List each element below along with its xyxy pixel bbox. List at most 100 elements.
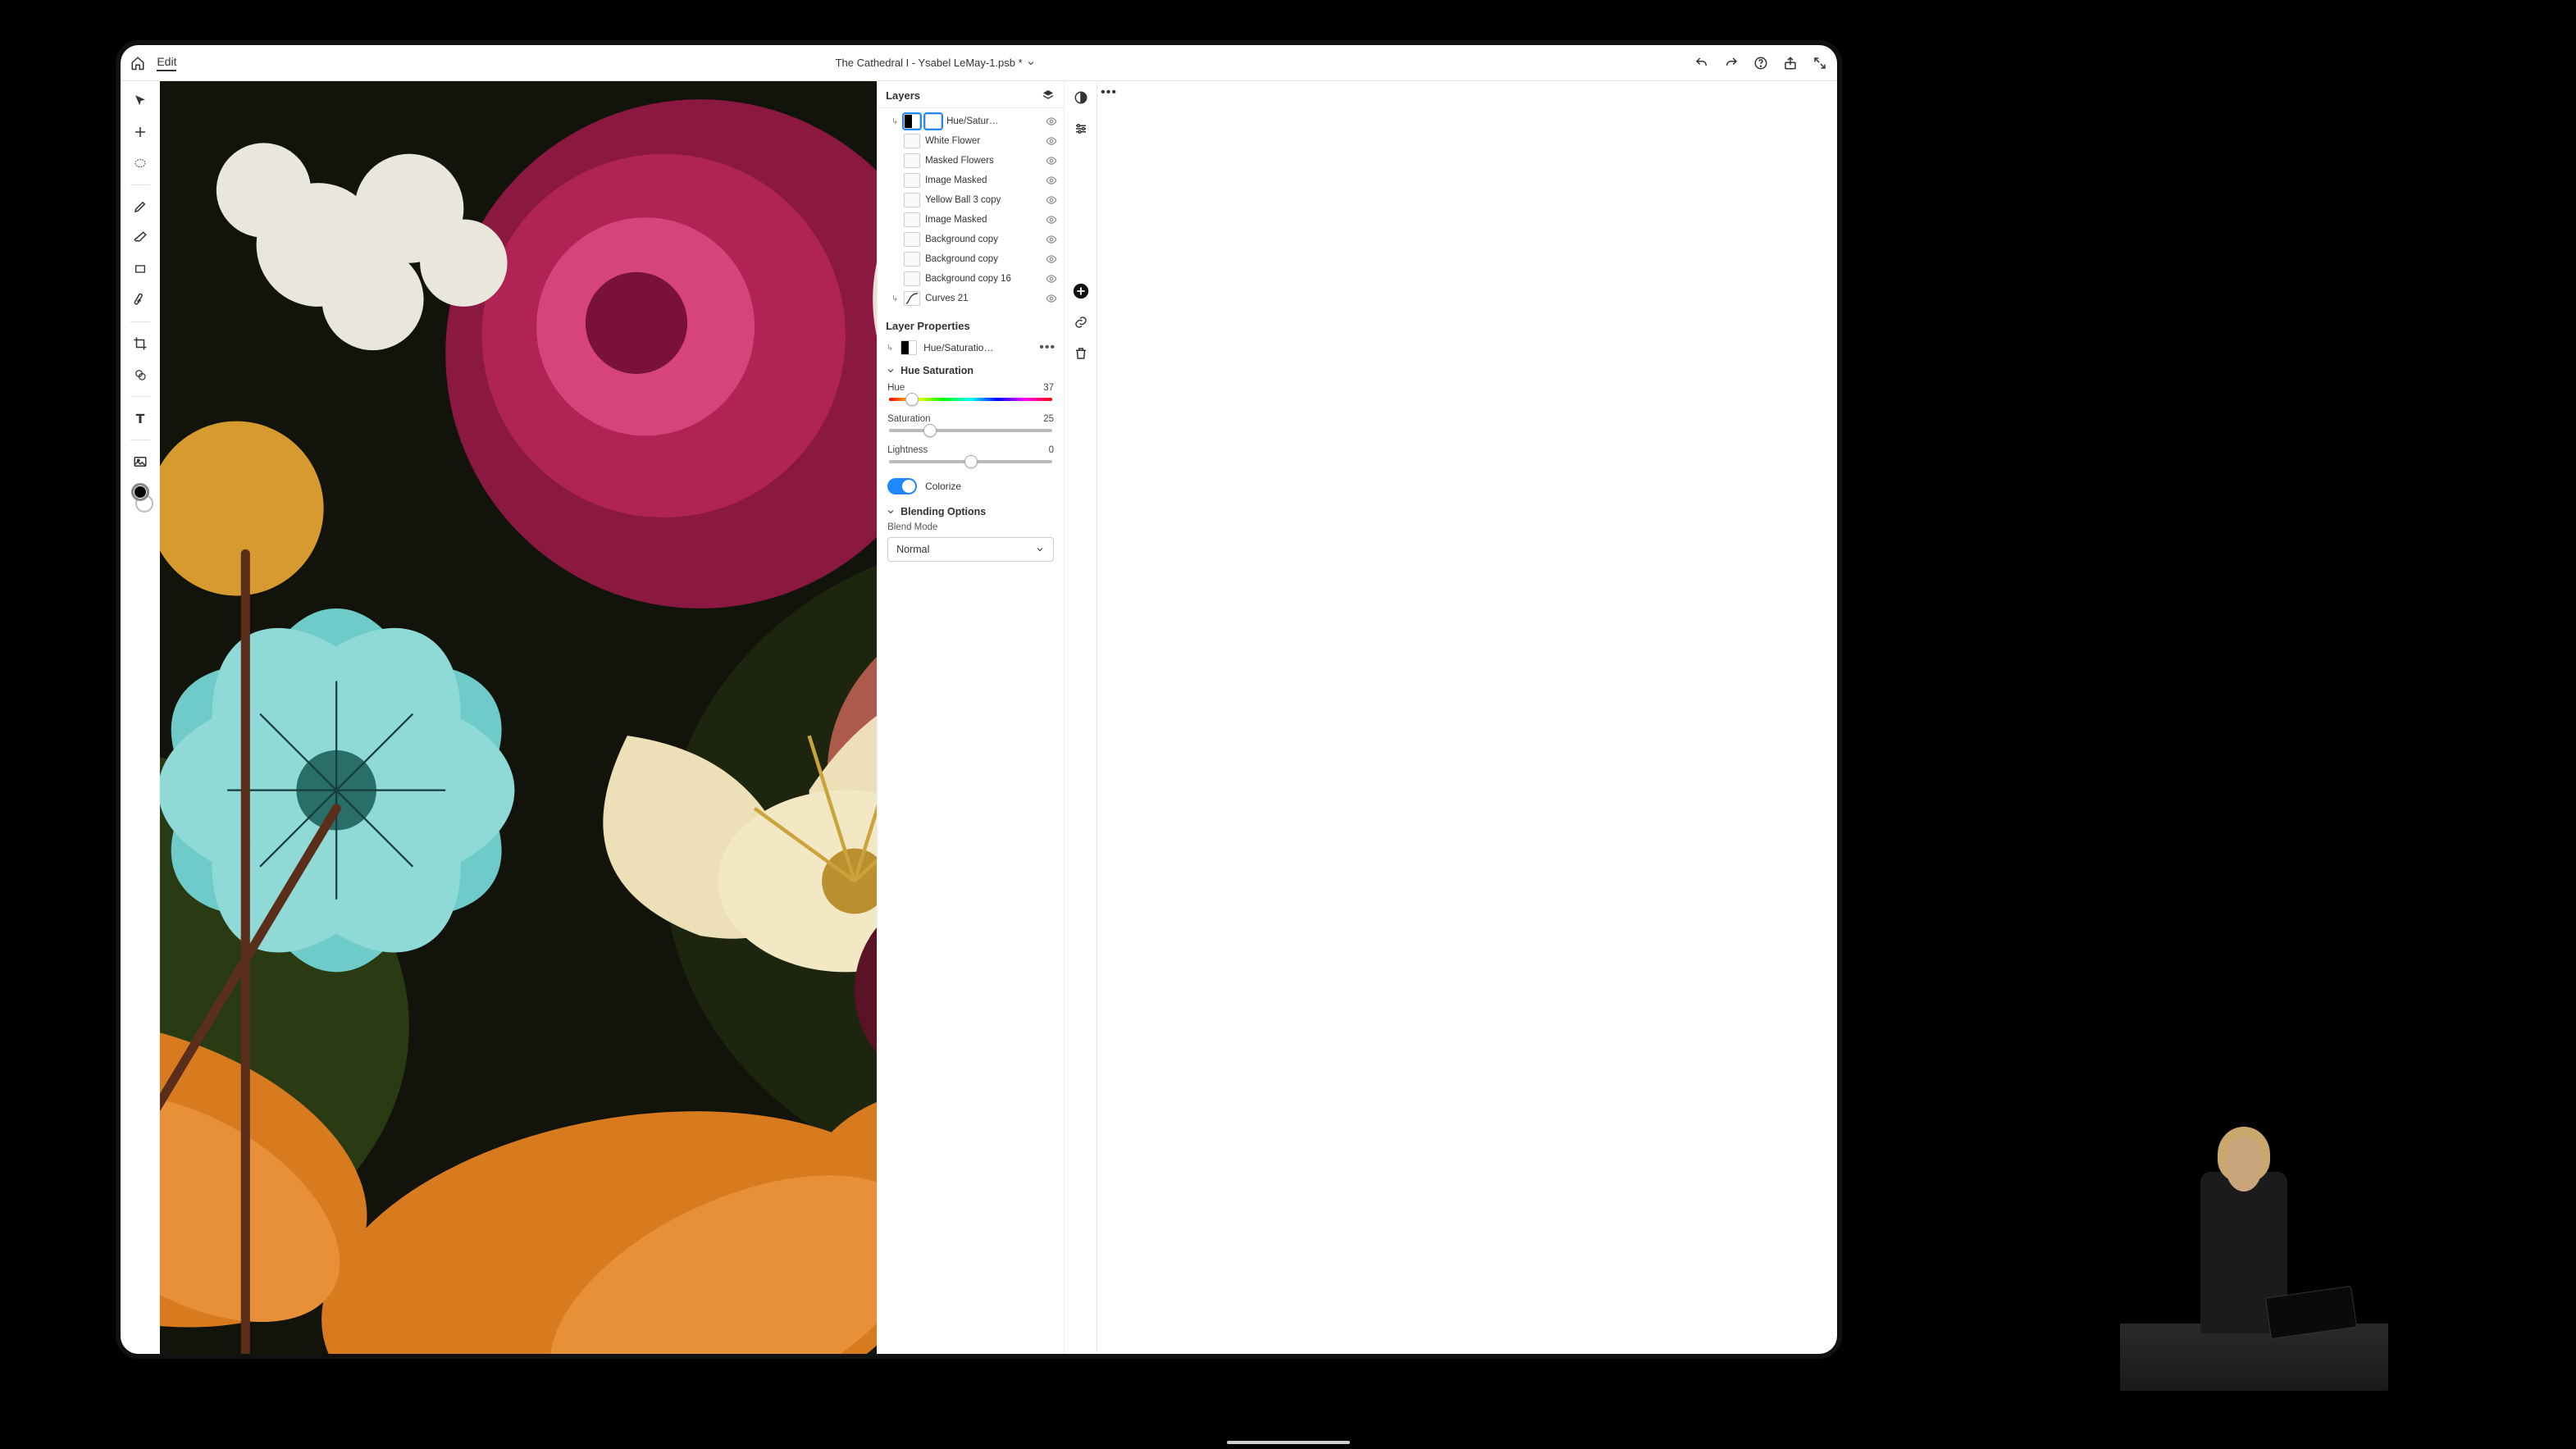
canvas-area[interactable] <box>160 81 877 1354</box>
filename-text: The Cathedral I - Ysabel LeMay-1.psb * <box>836 57 1023 69</box>
hue-saturation-header[interactable]: Hue Saturation <box>878 358 1064 380</box>
layer-properties-current: ↳ Hue/Saturatio… ••• <box>878 337 1064 358</box>
settings-sliders-icon[interactable] <box>1069 117 1092 140</box>
redo-icon[interactable] <box>1724 56 1739 71</box>
move-tool[interactable] <box>127 88 153 114</box>
visibility-eye-icon[interactable] <box>1046 175 1057 186</box>
lasso-tool[interactable] <box>127 150 153 176</box>
layer-name: Masked Flowers <box>925 156 1041 166</box>
transform-tool[interactable] <box>127 119 153 145</box>
separator <box>130 396 150 397</box>
document-title[interactable]: The Cathedral I - Ysabel LeMay-1.psb * <box>185 57 1685 69</box>
layer-row[interactable]: Background copy 16 <box>878 269 1064 289</box>
blend-mode-value: Normal <box>896 544 929 555</box>
app-topbar: Edit The Cathedral I - Ysabel LeMay-1.ps… <box>121 45 1836 81</box>
color-wells[interactable] <box>127 483 153 513</box>
share-icon[interactable] <box>1783 56 1798 71</box>
chevron-down-icon <box>1035 545 1045 554</box>
type-tool[interactable] <box>127 405 153 431</box>
layers-title: Layers <box>886 89 920 102</box>
lightness-slider[interactable] <box>889 460 1052 463</box>
new-adjustment-layer-icon[interactable] <box>1069 86 1092 109</box>
healing-tool[interactable] <box>127 287 153 313</box>
layer-row[interactable]: Masked Flowers <box>878 151 1064 171</box>
layer-row[interactable]: ↳Hue/Satur… <box>878 112 1064 131</box>
curves-thumb <box>904 291 920 306</box>
visibility-eye-icon[interactable] <box>1046 194 1057 206</box>
help-icon[interactable] <box>1753 56 1768 71</box>
edit-mode-label[interactable]: Edit <box>157 55 176 71</box>
home-indicator[interactable] <box>1227 1441 1350 1444</box>
visibility-eye-icon[interactable] <box>1046 273 1057 285</box>
hue-label: Hue <box>887 383 905 393</box>
layer-name: Background copy <box>925 235 1041 244</box>
visibility-eye-icon[interactable] <box>1046 214 1057 226</box>
flower-artwork <box>160 81 877 1354</box>
clip-indicator-icon: ↳ <box>886 344 894 353</box>
layer-thumb <box>904 212 920 227</box>
layer-list[interactable]: ↳Hue/Satur… White Flower Masked Flowers Ima… <box>878 108 1064 312</box>
colorize-row: Colorize <box>878 473 1064 499</box>
presenter-figure <box>2086 1130 2421 1391</box>
layer-name: Image Masked <box>925 175 1041 185</box>
layer-row[interactable]: ↳Curves 21 <box>878 289 1064 308</box>
visibility-eye-icon[interactable] <box>1046 234 1057 245</box>
saturation-value: 25 <box>1043 414 1054 424</box>
colorize-label: Colorize <box>925 481 961 492</box>
layer-row[interactable]: Background copy <box>878 230 1064 249</box>
layer-name: Background copy <box>925 254 1041 264</box>
visibility-eye-icon[interactable] <box>1046 253 1057 265</box>
add-layer-icon[interactable] <box>1069 280 1092 303</box>
layer-row[interactable]: Yellow Ball 3 copy <box>878 190 1064 210</box>
hue-slider-thumb[interactable] <box>905 393 919 406</box>
undo-icon[interactable] <box>1694 56 1709 71</box>
hue-slider[interactable] <box>889 398 1052 401</box>
blend-mode-label: Blend Mode <box>878 521 1064 534</box>
fill-tool[interactable] <box>127 256 153 282</box>
blend-mode-dropdown[interactable]: Normal <box>887 537 1054 562</box>
layer-thumb <box>904 173 920 188</box>
trash-icon[interactable] <box>1069 342 1092 365</box>
layer-row[interactable]: Image Masked <box>878 210 1064 230</box>
saturation-label: Saturation <box>887 414 930 424</box>
lightness-slider-thumb[interactable] <box>964 455 978 468</box>
adjustment-thumb <box>900 340 917 355</box>
saturation-slider[interactable] <box>889 429 1052 432</box>
lightness-slider-block: Lightness 0 <box>878 442 1064 473</box>
utility-column <box>1064 81 1097 1354</box>
saturation-slider-thumb[interactable] <box>923 424 937 437</box>
more-icon[interactable]: ••• <box>1039 340 1055 355</box>
adjustment-thumb <box>904 114 920 129</box>
separator <box>130 321 150 322</box>
visibility-eye-icon[interactable] <box>1046 155 1057 166</box>
more-options-icon[interactable]: ••• <box>1097 81 1120 104</box>
home-icon[interactable] <box>130 56 145 71</box>
layer-thumb <box>904 252 920 267</box>
crop-tool[interactable] <box>127 330 153 357</box>
layer-thumb <box>904 271 920 286</box>
colorize-toggle[interactable] <box>887 478 917 494</box>
chevron-down-icon <box>1026 58 1036 68</box>
visibility-eye-icon[interactable] <box>1046 116 1057 127</box>
layer-row[interactable]: Background copy <box>878 249 1064 269</box>
link-icon[interactable] <box>1069 311 1092 334</box>
layer-name: Yellow Ball 3 copy <box>925 195 1041 205</box>
layer-row[interactable]: Image Masked <box>878 171 1064 190</box>
visibility-eye-icon[interactable] <box>1046 135 1057 147</box>
shape-tool[interactable] <box>127 362 153 388</box>
layers-stack-icon[interactable] <box>1041 88 1055 103</box>
visibility-eye-icon[interactable] <box>1046 293 1057 304</box>
clip-indicator-icon: ↳ <box>891 117 899 126</box>
eraser-tool[interactable] <box>127 225 153 251</box>
brush-tool[interactable] <box>127 194 153 220</box>
tool-column <box>121 81 160 1354</box>
fullscreen-icon[interactable] <box>1812 56 1827 71</box>
saturation-slider-block: Saturation 25 <box>878 411 1064 442</box>
chevron-down-icon <box>886 366 896 376</box>
lightness-label: Lightness <box>887 445 928 455</box>
hue-value: 37 <box>1043 383 1054 393</box>
layer-row[interactable]: White Flower <box>878 131 1064 151</box>
blending-options-header[interactable]: Blending Options <box>878 499 1064 521</box>
layer-name: White Flower <box>925 136 1041 146</box>
place-image-tool[interactable] <box>127 449 153 475</box>
